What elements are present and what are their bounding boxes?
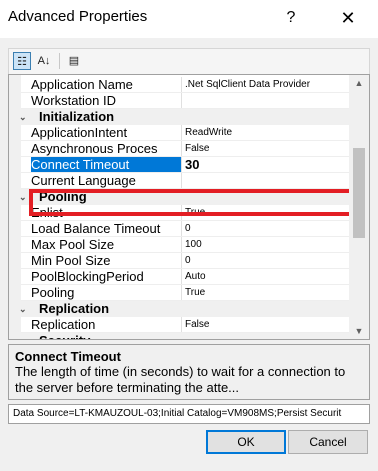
- property-row[interactable]: ApplicationIntent ReadWrite: [9, 125, 349, 141]
- column-divider: [181, 125, 182, 141]
- dialog-body: ☷ A↓ ▤ Application Name .Net SqlClient Da…: [0, 38, 378, 471]
- column-divider: [181, 93, 182, 109]
- property-row[interactable]: Max Pool Size 100: [9, 237, 349, 253]
- scroll-thumb[interactable]: [353, 147, 365, 238]
- column-divider: [181, 237, 182, 253]
- highlight-box: [29, 189, 363, 216]
- column-divider: [181, 269, 182, 285]
- property-name: Replication: [31, 317, 96, 332]
- cancel-button[interactable]: Cancel: [288, 430, 368, 454]
- categorized-view-icon[interactable]: ☷: [13, 52, 31, 70]
- column-divider: [181, 285, 182, 301]
- property-row[interactable]: Asynchronous Proces False: [9, 141, 349, 157]
- property-name: ApplicationIntent: [31, 125, 128, 140]
- description-panel: Connect Timeout The length of time (in s…: [8, 344, 370, 400]
- property-name: PoolBlockingPeriod: [31, 269, 144, 284]
- description-title: Connect Timeout: [15, 349, 121, 364]
- property-row[interactable]: Current Language: [9, 173, 349, 189]
- collapse-chevron-icon[interactable]: ⌄: [19, 333, 31, 339]
- property-grid[interactable]: Application Name .Net SqlClient Data Prov…: [8, 74, 370, 340]
- toolbar-separator: [59, 53, 60, 69]
- property-pages-icon[interactable]: ▤: [65, 52, 83, 70]
- close-button[interactable]: ✕: [330, 4, 366, 32]
- property-value[interactable]: False: [185, 317, 349, 333]
- property-name: Min Pool Size: [31, 253, 111, 268]
- column-divider: [181, 317, 182, 333]
- property-value[interactable]: 0: [185, 221, 349, 237]
- category-row[interactable]: ⌄ Security: [9, 333, 349, 339]
- category-label: Initialization: [39, 109, 115, 124]
- scroll-down-icon[interactable]: ▼: [349, 323, 369, 339]
- vertical-scrollbar[interactable]: ▲ ▼: [349, 75, 369, 339]
- title-bar: Advanced Properties ? ✕: [0, 0, 378, 38]
- description-text: The length of time (in seconds) to wait …: [15, 364, 346, 395]
- property-value[interactable]: 0: [185, 253, 349, 269]
- category-row[interactable]: ⌄ Initialization: [9, 109, 349, 125]
- property-name: Load Balance Timeout: [31, 221, 161, 236]
- column-divider: [181, 77, 182, 93]
- scroll-up-icon[interactable]: ▲: [349, 75, 369, 91]
- collapse-chevron-icon[interactable]: ⌄: [19, 109, 31, 125]
- column-divider: [181, 141, 182, 157]
- property-name: Pooling: [31, 285, 75, 300]
- column-divider: [181, 221, 182, 237]
- property-value[interactable]: 30: [185, 157, 349, 173]
- property-row[interactable]: Connect Timeout 30: [9, 157, 349, 173]
- property-name: Application Name: [31, 77, 133, 92]
- category-label: Replication: [39, 301, 110, 316]
- property-value[interactable]: .Net SqlClient Data Provider: [185, 77, 349, 93]
- column-divider: [181, 157, 182, 173]
- window-title: Advanced Properties: [8, 8, 148, 25]
- property-row[interactable]: PoolBlockingPeriod Auto: [9, 269, 349, 285]
- property-value[interactable]: False: [185, 141, 349, 157]
- property-name: Workstation ID: [31, 93, 117, 108]
- collapse-chevron-icon[interactable]: ⌄: [19, 301, 31, 317]
- property-value[interactable]: ReadWrite: [185, 125, 349, 141]
- property-row[interactable]: Application Name .Net SqlClient Data Prov…: [9, 77, 349, 93]
- column-divider: [181, 253, 182, 269]
- category-label: Security: [39, 333, 189, 339]
- property-row[interactable]: Load Balance Timeout 0: [9, 221, 349, 237]
- alphabetical-sort-icon[interactable]: A↓: [35, 52, 53, 70]
- property-name: Max Pool Size: [31, 237, 115, 252]
- property-row[interactable]: Replication False: [9, 317, 349, 333]
- property-value[interactable]: 100: [185, 237, 349, 253]
- property-row[interactable]: Pooling True: [9, 285, 349, 301]
- ok-button[interactable]: OK: [206, 430, 286, 454]
- help-button[interactable]: ?: [276, 4, 306, 32]
- column-divider: [181, 173, 182, 189]
- property-name: Asynchronous Proces: [31, 141, 158, 156]
- property-value[interactable]: Auto: [185, 269, 349, 285]
- property-row[interactable]: Min Pool Size 0: [9, 253, 349, 269]
- property-name: Current Language: [31, 173, 136, 188]
- property-grid-toolbar: ☷ A↓ ▤: [8, 48, 370, 74]
- category-row[interactable]: ⌄ Replication: [9, 301, 349, 317]
- property-name: Connect Timeout: [31, 157, 181, 173]
- property-row[interactable]: Workstation ID: [9, 93, 349, 109]
- property-value[interactable]: True: [185, 285, 349, 301]
- connection-string-field[interactable]: Data Source=LT-KMAUZOUL-03;Initial Catal…: [8, 404, 370, 424]
